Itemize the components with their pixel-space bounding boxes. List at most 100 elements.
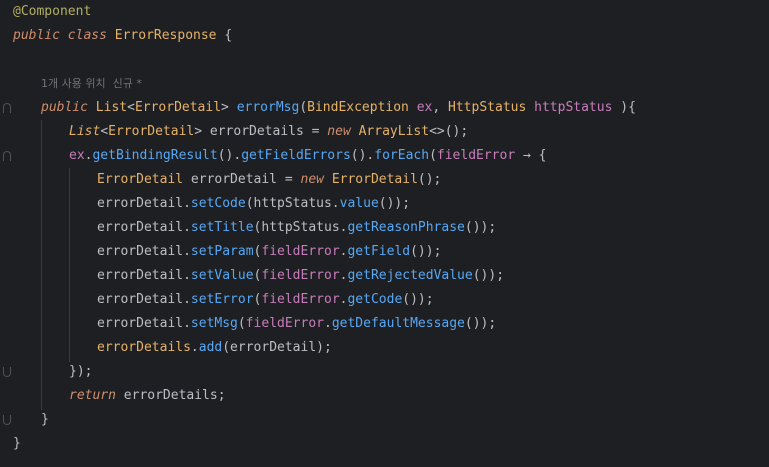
code-token: > errorDetails = [194, 124, 328, 139]
code-token: ){ [612, 100, 636, 115]
code-token: (errorDetail); [222, 340, 332, 355]
code-token: errorDetail. [97, 220, 191, 235]
code-token: < [100, 124, 109, 139]
code-token: getField [347, 244, 411, 259]
code-token: fieldError [436, 148, 516, 163]
code-token: errorDetails [97, 340, 191, 355]
code-line: public List<ErrorDetail> errorMsg(BindEx… [41, 96, 636, 120]
code-token: <>(); [429, 124, 469, 139]
code-token: ErrorDetail [97, 172, 184, 187]
code-line: }); [69, 360, 92, 384]
code-token: (httpStatus. [253, 220, 348, 235]
code-token: ()); [402, 292, 434, 307]
code-token: errorDetail = [183, 172, 301, 187]
code-token: ( [299, 100, 308, 115]
code-token: errorDetail. [97, 196, 191, 211]
code-token: errorDetail. [97, 268, 191, 283]
code-token: class [67, 28, 107, 43]
code-token: ()); [464, 316, 497, 331]
code-token: getFieldErrors [241, 148, 351, 163]
code-token: errorDetail. [97, 316, 191, 331]
code-token: } [13, 436, 21, 451]
code-token: add [198, 340, 223, 355]
code-token: fieldError [261, 244, 340, 259]
code-token: setError [190, 292, 254, 307]
code-token: public [13, 28, 60, 43]
code-token: setTitle [190, 220, 254, 235]
code-line: ex.getBindingResult().getFieldErrors().f… [69, 144, 546, 168]
code-line: errorDetail.setCode(httpStatus.value()); [97, 192, 410, 216]
code-token: BindException [307, 100, 409, 115]
usage-hint-text[interactable]: 1개 사용 위치 신규 * [41, 77, 142, 90]
code-token: (); [417, 172, 442, 187]
code-token: ()); [472, 268, 505, 283]
code-token: fieldError [261, 292, 340, 307]
code-token: setMsg [190, 316, 238, 331]
code-token: errorDetail. [97, 292, 191, 307]
fold-end-icon[interactable] [3, 367, 11, 377]
code-token: ErrorDetail [331, 172, 418, 187]
code-token: → { [515, 148, 547, 163]
code-token: errorMsg [236, 100, 300, 115]
code-token: setValue [190, 268, 254, 283]
code-token: getReasonPhrase [347, 220, 465, 235]
code-line: ErrorDetail errorDetail = new ErrorDetai… [97, 168, 441, 192]
code-token: > [221, 100, 237, 115]
code-token: httpStatus [534, 100, 613, 115]
code-token: ( [429, 148, 437, 163]
code-token: List [95, 100, 128, 115]
code-token: return [69, 388, 116, 403]
code-token: fieldError [245, 316, 324, 331]
code-token: } [41, 412, 49, 427]
code-line: @Component [13, 0, 91, 24]
fold-start-icon[interactable] [3, 103, 11, 113]
code-token: new [327, 124, 351, 139]
code-token: errorDetails; [115, 388, 226, 403]
code-token: ()); [410, 244, 442, 259]
code-line: List<ErrorDetail> errorDetails = new Arr… [69, 120, 468, 144]
code-line: errorDetail.setValue(fieldError.getRejec… [97, 264, 504, 288]
code-token: ErrorDetail [134, 100, 222, 115]
code-line: } [41, 408, 49, 432]
code-line: } [13, 432, 21, 456]
code-token: }); [69, 364, 93, 379]
code-token: getCode [347, 292, 403, 307]
usage-hint[interactable]: 1개 사용 위치 신규 * [41, 72, 142, 96]
code-token: @Component [13, 4, 92, 19]
code-line: return errorDetails; [69, 384, 226, 408]
code-token: ( [237, 316, 246, 331]
code-token: new [300, 172, 324, 187]
code-line: errorDetail.setMsg(fieldError.getDefault… [97, 312, 496, 336]
code-token: fieldError [261, 268, 340, 283]
code-token: forEach [374, 148, 430, 163]
code-token: . [324, 316, 332, 331]
code-token: . [190, 340, 199, 355]
fold-end-icon[interactable] [3, 415, 11, 425]
code-line: errorDetail.setParam(fieldError.getField… [97, 240, 441, 264]
code-token: ex [69, 148, 85, 163]
code-token: getBindingResult [92, 148, 218, 163]
code-token: value [339, 196, 379, 211]
code-token: errorDetail. [97, 244, 191, 259]
code-token: (). [350, 148, 375, 163]
code-token: (). [217, 148, 242, 163]
code-editor[interactable]: @Component public class ErrorResponse {1개… [0, 0, 769, 467]
code-token: public [41, 100, 88, 115]
code-line: errorDetail.setTitle(httpStatus.getReaso… [97, 216, 496, 240]
code-token: HttpStatus [448, 100, 527, 115]
code-token: List [69, 124, 101, 139]
code-token: getRejectedValue [347, 268, 473, 283]
fold-start-icon[interactable] [3, 151, 11, 161]
code-token: < [127, 100, 135, 115]
code-token: , [432, 100, 449, 115]
code-token: ex [416, 100, 433, 115]
indent-guide [41, 120, 42, 410]
code-token: (httpStatus. [245, 196, 340, 211]
